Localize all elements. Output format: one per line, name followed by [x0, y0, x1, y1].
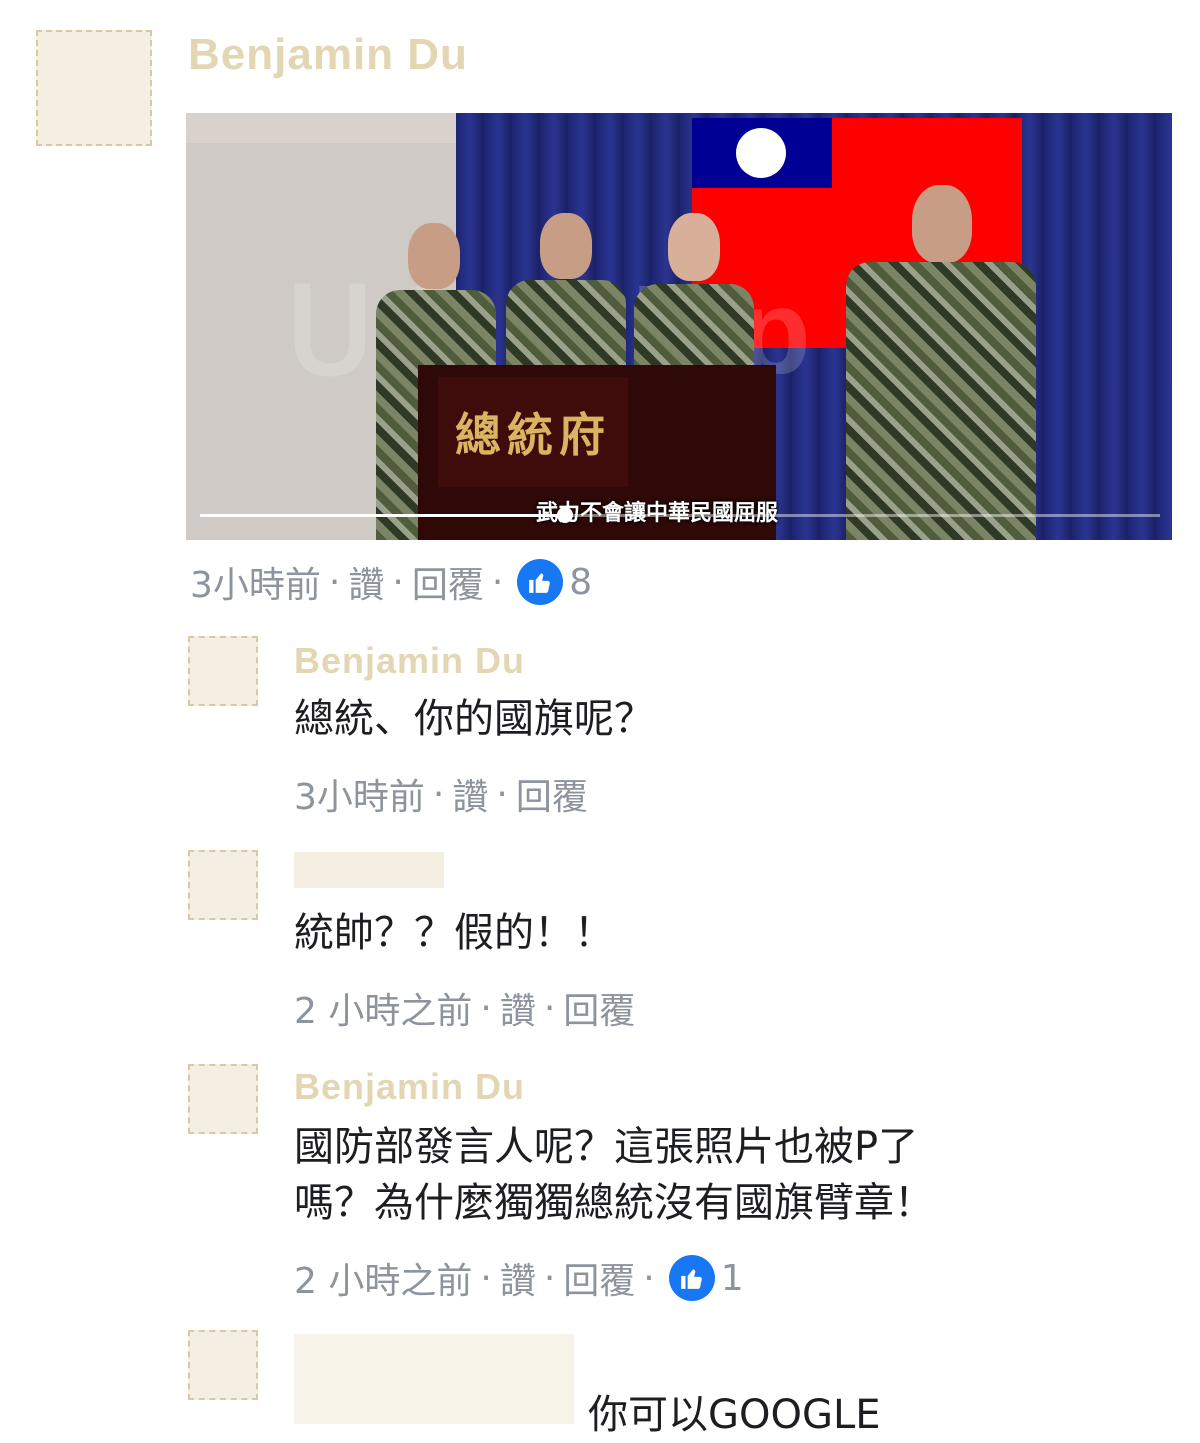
comment-text-line-1: 國防部發言人呢？這張照片也被P了: [294, 1124, 919, 1170]
comment-time[interactable]: 2 小時之前: [294, 1252, 472, 1304]
progress-knob[interactable]: [557, 507, 573, 523]
avatar[interactable]: [188, 850, 258, 920]
comment-text: 你可以GOOGLE: [588, 1392, 881, 1438]
avatar[interactable]: [188, 636, 258, 706]
comment-author[interactable]: Benjamin Du: [294, 640, 525, 682]
reaction-badge[interactable]: 1: [668, 1255, 744, 1301]
reply-link[interactable]: 回覆: [412, 556, 484, 608]
comment-text: 統帥？？假的！！: [294, 910, 614, 956]
reaction-count: 8: [569, 561, 593, 603]
comment-text: 總統、你的國旗呢？: [294, 696, 654, 742]
comment-meta: 2 小時之前 · 讚 · 回覆 · 1: [294, 1252, 744, 1304]
reaction-badge[interactable]: 8: [517, 559, 592, 605]
comment-author[interactable]: Benjamin Du: [188, 30, 468, 80]
comment-text-line-2: 嗎？為什麼獨獨總統沒有國旗臂章！: [294, 1180, 934, 1226]
comment-meta: 3小時前 · 讚 · 回覆 · 8: [190, 556, 592, 608]
comment-meta: 3小時前 · 讚 · 回覆: [294, 768, 588, 820]
comment-time[interactable]: 2 小時之前: [294, 982, 472, 1034]
like-link[interactable]: 讚: [348, 556, 384, 608]
like-link[interactable]: 讚: [500, 982, 536, 1034]
comment-author-redacted[interactable]: [294, 1334, 574, 1424]
flag-sun-icon: [736, 128, 786, 178]
reply-link[interactable]: 回覆: [516, 768, 588, 820]
reaction-count: 1: [720, 1257, 744, 1299]
comment-time[interactable]: 3小時前: [294, 768, 425, 820]
like-link[interactable]: 讚: [452, 768, 488, 820]
reply-link[interactable]: 回覆: [563, 1252, 635, 1304]
comment-time[interactable]: 3小時前: [190, 556, 321, 608]
reply-link[interactable]: 回覆: [563, 982, 635, 1034]
thumbs-up-icon: [517, 559, 564, 605]
avatar[interactable]: [188, 1064, 258, 1134]
person-4: [846, 185, 1036, 540]
like-link[interactable]: 讚: [500, 1252, 536, 1304]
comment-author[interactable]: Benjamin Du: [294, 1066, 525, 1108]
avatar[interactable]: [188, 1330, 258, 1400]
comment-author-redacted[interactable]: [294, 852, 444, 888]
video-progress-bar[interactable]: [200, 507, 1160, 523]
avatar[interactable]: [36, 30, 152, 146]
podium-plaque: 總統府: [438, 377, 628, 487]
video-player[interactable]: ᑌ ᒪ ᕼ idɒ 總統府 武力不會讓中華民國屈服: [186, 113, 1172, 540]
thumbs-up-icon: [668, 1255, 715, 1301]
comment-meta: 2 小時之前 · 讚 · 回覆: [294, 982, 635, 1034]
